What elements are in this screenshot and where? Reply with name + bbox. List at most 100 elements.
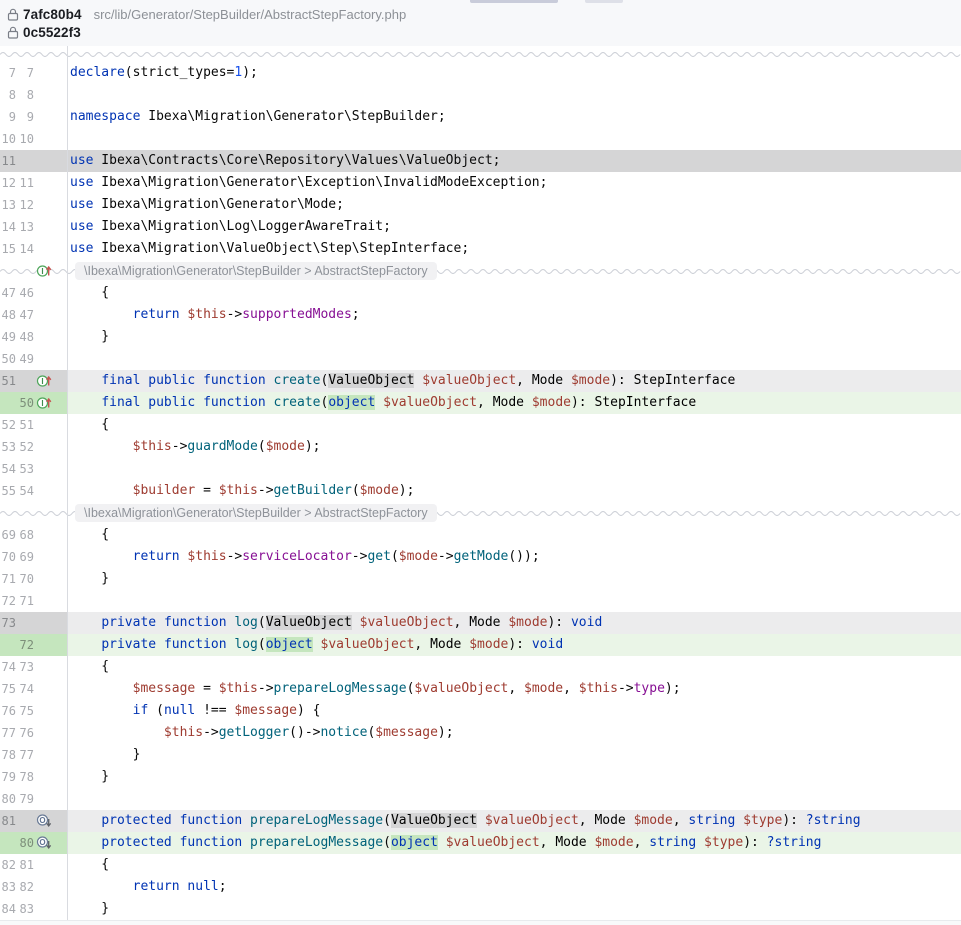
line-number-old: 51 <box>0 370 16 392</box>
code-token: ): <box>610 373 633 388</box>
code-row: 7978 } <box>0 766 961 788</box>
gutter: 6968 <box>0 524 67 546</box>
code-token: $mode <box>532 395 571 410</box>
tab-stub <box>585 0 623 3</box>
gutter: 1010 <box>0 128 67 150</box>
code-line: final public function create(ValueObject… <box>67 370 961 392</box>
code-row: 1413use Ibexa\Migration\Log\LoggerAwareT… <box>0 216 961 238</box>
implements-method-icon[interactable]: I <box>36 263 52 283</box>
code-token <box>266 373 274 388</box>
line-number-new: 48 <box>18 326 34 348</box>
gutter: 80O <box>0 832 67 854</box>
code-token: if <box>133 703 149 718</box>
code-row: 8079 <box>0 788 961 810</box>
code-token: $this <box>579 681 618 696</box>
code-token: , <box>579 813 595 828</box>
code-token: function <box>180 835 243 850</box>
code-token: namespace <box>70 109 140 124</box>
code-token: -> <box>203 725 219 740</box>
line-number-new: 80 <box>18 832 34 854</box>
collapsed-region-separator[interactable]: I \Ibexa\Migration\Generator\StepBuilder … <box>0 260 961 282</box>
code-row: 7574 $message = $this->prepareLogMessage… <box>0 678 961 700</box>
code-token: -> <box>227 549 243 564</box>
line-number-old: 74 <box>0 656 16 678</box>
breadcrumb-label[interactable]: \Ibexa\Migration\Generator\StepBuilder >… <box>75 262 437 280</box>
code-token: ?string <box>806 813 861 828</box>
code-token: Ibexa\Migration\Generator\Exception\Inva… <box>93 175 547 190</box>
code-token: $valueObject <box>383 395 477 410</box>
gutter: 4948 <box>0 326 67 348</box>
code-token: $mode <box>571 373 610 388</box>
code-token: final <box>101 373 140 388</box>
code-token: { <box>70 857 109 872</box>
code-token: Ibexa\Migration\Generator\Mode; <box>93 197 343 212</box>
code-token: ): <box>508 637 531 652</box>
code-row: 5453 <box>0 458 961 480</box>
code-token: use <box>70 241 93 256</box>
code-token: getMode <box>454 549 509 564</box>
line-number-old: 77 <box>0 722 16 744</box>
line-number-old: 14 <box>0 216 16 238</box>
code-token <box>352 615 360 630</box>
overridden-method-icon[interactable]: O <box>36 835 52 857</box>
line-number-old: 15 <box>0 238 16 260</box>
code-token: function <box>164 615 227 630</box>
breadcrumb-label[interactable]: \Ibexa\Migration\Generator\StepBuilder >… <box>75 504 437 522</box>
code-token: { <box>70 417 109 432</box>
gutter: 7675 <box>0 700 67 722</box>
gutter: 7877 <box>0 744 67 766</box>
code-row: 88 <box>0 84 961 106</box>
code-token: , <box>508 681 524 696</box>
code-row: 7069 return $this->serviceLocator->get($… <box>0 546 961 568</box>
implements-method-icon[interactable]: I <box>36 395 52 417</box>
gutter: 77 <box>0 62 67 84</box>
collapsed-region-separator[interactable] <box>0 46 961 62</box>
code-token: { <box>70 659 109 674</box>
gutter: 73 <box>0 612 67 634</box>
commit-hash-old: 7afc80b4 <box>23 7 82 22</box>
code-token: log <box>234 637 257 652</box>
code-token: function <box>180 813 243 828</box>
code-token: $mode <box>594 835 633 850</box>
code-row: 7675 if (null !== $message) { <box>0 700 961 722</box>
code-token <box>242 835 250 850</box>
code-token: ( <box>258 439 266 454</box>
gutter: 8281 <box>0 854 67 876</box>
code-line: } <box>67 568 961 590</box>
code-rows: 77declare(strict_types=1);8899namespace … <box>0 46 961 920</box>
line-number-new: 46 <box>18 282 34 304</box>
overridden-method-icon[interactable]: O <box>36 813 52 835</box>
code-token <box>477 813 485 828</box>
code-token <box>70 681 133 696</box>
line-number-old: 10 <box>0 128 16 150</box>
code-token: prepareLogMessage <box>250 835 383 850</box>
changed-word: object <box>328 395 375 410</box>
code-token: $valueObject <box>446 835 540 850</box>
code-line: { <box>67 414 961 436</box>
line-number-old: 80 <box>0 788 16 810</box>
gutter: 7069 <box>0 546 67 568</box>
code-token: void <box>571 615 602 630</box>
code-token: $this <box>164 725 203 740</box>
code-token: notice <box>320 725 367 740</box>
line-number-old: 72 <box>0 590 16 612</box>
gutter: 7776 <box>0 722 67 744</box>
code-token: { <box>70 285 109 300</box>
code-line <box>67 348 961 370</box>
code-token: getBuilder <box>274 483 352 498</box>
code-token: , <box>454 615 470 630</box>
diff-viewer: 77declare(strict_types=1);8899namespace … <box>0 46 961 920</box>
collapsed-region-separator[interactable]: \Ibexa\Migration\Generator\StepBuilder >… <box>0 502 961 524</box>
gutter: 4847 <box>0 304 67 326</box>
code-token: ); <box>438 725 454 740</box>
code-token: Mode <box>594 813 625 828</box>
code-token: -> <box>227 307 243 322</box>
implements-method-icon[interactable]: I <box>36 373 52 395</box>
code-token: get <box>367 549 390 564</box>
line-number-old: 54 <box>0 458 16 480</box>
line-number-new: 9 <box>18 106 34 128</box>
code-token: $message <box>133 681 196 696</box>
code-line: } <box>67 766 961 788</box>
code-row: 4948 } <box>0 326 961 348</box>
code-token <box>70 549 133 564</box>
